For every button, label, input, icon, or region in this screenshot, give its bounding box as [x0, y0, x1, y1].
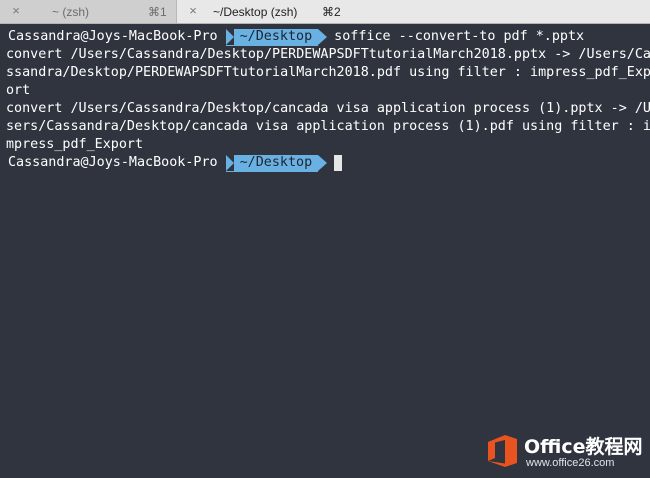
prompt-cwd: ~/Desktop [239, 155, 313, 170]
prompt-line-active: Cassandra@Joys-MacBook-Pro ~/Desktop [6, 154, 650, 172]
close-icon[interactable]: × [9, 4, 23, 18]
office-logo-icon [488, 435, 517, 467]
text-cursor [334, 155, 343, 171]
output-line: convert /Users/Cassandra/Desktop/cancada… [6, 101, 650, 116]
prompt-userhost: Cassandra@Joys-MacBook-Pro [8, 155, 218, 170]
output-line: sers/Cassandra/Desktop/cancada visa appl… [6, 119, 650, 134]
terminal-window: × ~ (zsh) ⌘1 × ~/Desktop (zsh) ⌘2 Cassan… [0, 0, 650, 478]
tab-shortcut: ⌘1 [148, 5, 167, 19]
tab-home-zsh[interactable]: × ~ (zsh) ⌘1 [0, 0, 177, 23]
prompt-cwd-segment: ~/Desktop [225, 154, 327, 172]
tab-shortcut: ⌘2 [322, 5, 341, 19]
output-line: convert /Users/Cassandra/Desktop/PERDEWA… [6, 47, 650, 62]
tab-title: ~/Desktop (zsh) [213, 5, 298, 19]
watermark: Office教程网 www.office26.com [486, 432, 643, 472]
prompt-cwd-segment: ~/Desktop [225, 28, 327, 46]
watermark-brand: Office教程网 [524, 436, 643, 458]
output-line: ssandra/Desktop/PERDEWAPSDFTtutorialMarc… [6, 65, 650, 80]
output-line: ort [6, 83, 31, 98]
close-icon[interactable]: × [186, 4, 200, 18]
prompt-line: Cassandra@Joys-MacBook-Pro ~/Desktop sof… [6, 28, 650, 46]
prompt-userhost: Cassandra@Joys-MacBook-Pro [8, 29, 218, 44]
terminal-output[interactable]: Cassandra@Joys-MacBook-Pro ~/Desktop sof… [0, 24, 650, 478]
tab-title: ~ (zsh) [52, 5, 90, 19]
prompt-command: soffice --convert-to pdf *.pptx [334, 29, 585, 44]
prompt-cwd: ~/Desktop [239, 29, 313, 44]
output-line: mpress_pdf_Export [6, 137, 144, 152]
tab-desktop-zsh[interactable]: × ~/Desktop (zsh) ⌘2 [177, 0, 650, 23]
watermark-url: www.office26.com [526, 457, 615, 469]
tab-bar: × ~ (zsh) ⌘1 × ~/Desktop (zsh) ⌘2 [0, 0, 650, 24]
